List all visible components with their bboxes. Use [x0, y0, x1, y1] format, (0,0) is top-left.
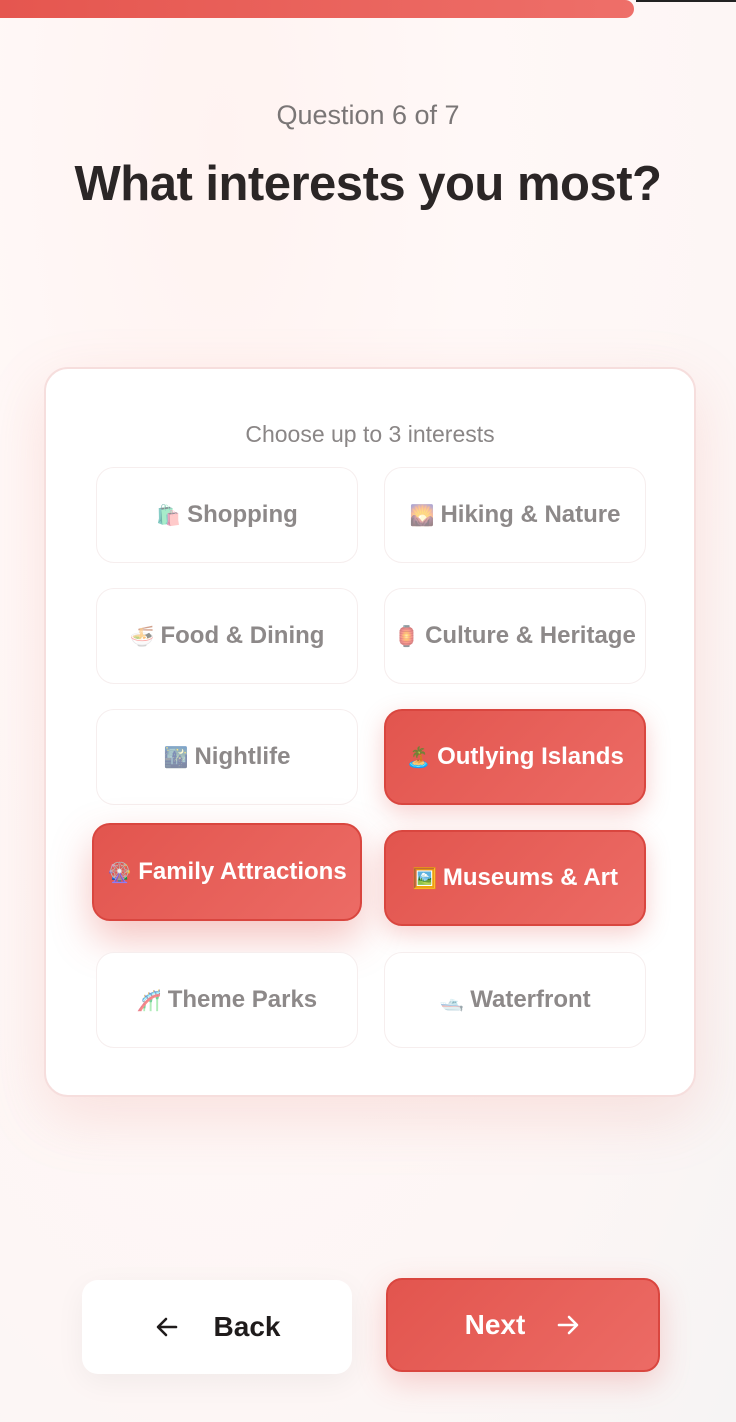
island-icon: 🏝️ — [406, 745, 432, 769]
back-button-label: Back — [213, 1311, 281, 1342]
back-button[interactable]: Back — [82, 1280, 352, 1374]
option-label: Shopping — [187, 501, 298, 528]
option-shopping[interactable]: 🛍️ Shopping — [96, 467, 358, 563]
option-label: Waterfront — [470, 986, 591, 1013]
roller-coaster-icon: 🎢 — [136, 988, 162, 1012]
framed-picture-icon: 🖼️ — [411, 866, 437, 890]
option-label: Hiking & Nature — [440, 501, 621, 528]
arrow-right-icon — [555, 1312, 581, 1338]
option-theme-parks[interactable]: 🎢 Theme Parks — [96, 952, 358, 1048]
option-hiking-nature[interactable]: 🌄 Hiking & Nature — [384, 467, 646, 563]
option-label: Food & Dining — [160, 622, 325, 649]
option-outlying-islands[interactable]: 🏝️ Outlying Islands — [384, 709, 646, 805]
option-food-dining[interactable]: 🍜 Food & Dining — [96, 588, 358, 684]
question-counter: Question 6 of 7 — [276, 100, 460, 130]
next-button[interactable]: Next — [386, 1278, 660, 1372]
page-title: What interests you most? — [74, 157, 662, 211]
noodle-bowl-icon: 🍜 — [129, 624, 155, 648]
night-city-icon: 🌃 — [163, 745, 189, 769]
arrow-left-icon — [154, 1314, 180, 1340]
ferris-wheel-icon: 🎡 — [107, 860, 133, 884]
option-label: Nightlife — [194, 743, 291, 770]
option-label: Culture & Heritage — [425, 622, 636, 649]
option-waterfront[interactable]: 🛥️ Waterfront — [384, 952, 646, 1048]
next-button-label: Next — [464, 1309, 526, 1340]
option-museums-art[interactable]: 🖼️ Museums & Art — [384, 830, 646, 926]
option-label: Museums & Art — [442, 864, 619, 891]
option-culture-heritage[interactable]: 🏮 Culture & Heritage — [384, 588, 646, 684]
selection-hint: Choose up to 3 interests — [245, 421, 495, 447]
shopping-bag-icon: 🛍️ — [156, 503, 182, 527]
progress-bar — [0, 0, 736, 18]
lantern-icon: 🏮 — [394, 624, 420, 648]
option-family-attractions[interactable]: 🎡 Family Attractions — [92, 823, 362, 921]
sunrise-mountains-icon: 🌄 — [409, 503, 435, 527]
option-nightlife[interactable]: 🌃 Nightlife — [96, 709, 358, 805]
option-label: Family Attractions — [138, 858, 347, 885]
option-label: Outlying Islands — [437, 743, 624, 770]
interests-card: Choose up to 3 interests 🛍️ Shopping 🌄 H… — [44, 367, 696, 1097]
boat-icon: 🛥️ — [439, 988, 465, 1012]
progress-bar-fill — [0, 0, 634, 18]
option-label: Theme Parks — [167, 986, 318, 1013]
